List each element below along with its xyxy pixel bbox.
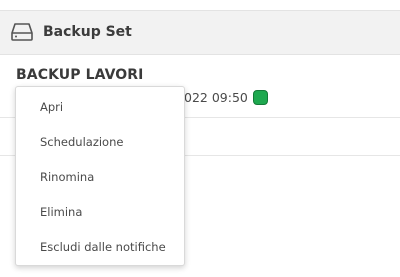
menu-item-apri[interactable]: Apri [16,90,184,125]
menu-item-schedulazione[interactable]: Schedulazione [16,125,184,160]
hard-drive-icon [11,23,33,41]
backup-date: 022 09:50 [184,90,248,105]
menu-item-escludi-notifiche[interactable]: Escludi dalle notifiche [16,230,184,265]
section-title: Backup Set [43,24,132,40]
status-badge [253,90,268,105]
context-menu: Apri Schedulazione Rinomina Elimina Escl… [15,86,185,266]
backup-set-name[interactable]: BACKUP LAVORI [16,67,143,83]
menu-item-rinomina[interactable]: Rinomina [16,160,184,195]
page: Backup Set BACKUP LAVORI 022 09:50 Apri … [0,0,400,277]
section-header: Backup Set [0,11,400,55]
menu-item-elimina[interactable]: Elimina [16,195,184,230]
top-strip [0,0,400,11]
